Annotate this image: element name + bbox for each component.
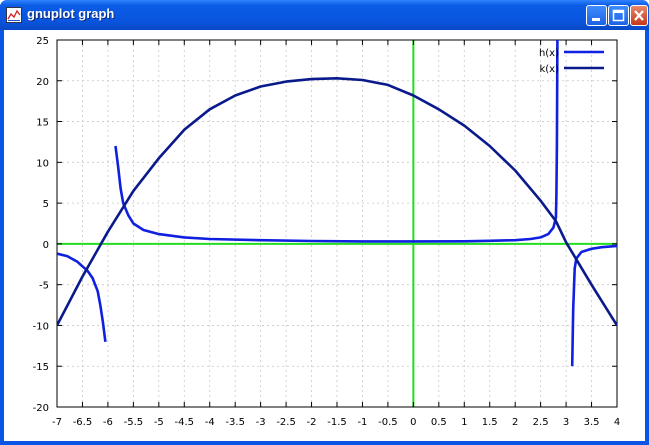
x-tick-label: -7 <box>52 417 62 428</box>
title-bar[interactable]: gnuplot graph <box>0 0 649 30</box>
y-tick-label: -10 <box>33 321 49 332</box>
x-tick-label: 2 <box>512 417 518 428</box>
maximize-icon <box>612 9 625 22</box>
y-tick-label: 20 <box>36 77 49 88</box>
x-tick-label: 4 <box>614 417 620 428</box>
x-tick-label: -5 <box>154 417 164 428</box>
x-tick-label: 0 <box>410 417 416 428</box>
x-tick-label: -1.5 <box>327 417 347 428</box>
y-tick-label: -15 <box>33 362 49 373</box>
gnuplot-app-icon <box>6 7 22 23</box>
plot-area: -7 -6.5 -6 -5.5 -5 -4.5 -4 -3.5 -3 -2.5 -2 -1.5 -1 -0… <box>4 30 645 441</box>
y-tick-label: 15 <box>36 118 49 129</box>
y-tick-label: 5 <box>43 199 49 210</box>
y-tick-label: 10 <box>36 158 49 169</box>
x-tick-label: -6 <box>103 417 113 428</box>
x-tick-label: 0.5 <box>431 417 447 428</box>
x-tick-label: 1 <box>461 417 467 428</box>
y-tick-label: -5 <box>39 281 49 292</box>
maximize-button[interactable] <box>608 5 629 26</box>
x-tick-label: -0.5 <box>378 417 398 428</box>
x-tick-label: 1.5 <box>482 417 498 428</box>
x-tick-label: -1 <box>357 417 367 428</box>
x-tick-label: -5.5 <box>124 417 144 428</box>
x-tick-label: -2 <box>307 417 317 428</box>
series-line-hx <box>57 252 107 342</box>
window: gnuplot graph -7 -6.5 -6 -5.5 -5 -4.5 -4 -3.5 -3… <box>0 0 649 445</box>
x-tick-label: 3 <box>563 417 569 428</box>
gnuplot-chart: -7 -6.5 -6 -5.5 -5 -4.5 -4 -3.5 -3 -2.5 -2 -1.5 -1 -0… <box>33 36 621 428</box>
minimize-button[interactable] <box>586 5 607 26</box>
y-tick-label: 0 <box>43 240 49 251</box>
x-tick-label: 2.5 <box>533 417 549 428</box>
legend-label: h(x) <box>539 48 559 59</box>
y-tick-label: -20 <box>33 403 49 414</box>
minimize-icon <box>592 18 600 21</box>
legend-label: k(x) <box>539 64 559 75</box>
window-title: gnuplot graph <box>27 6 115 21</box>
x-tick-label: -2.5 <box>276 417 296 428</box>
x-tick-label: 3.5 <box>584 417 600 428</box>
x-tick-label: -4 <box>205 417 215 428</box>
y-tick-label: 25 <box>36 36 49 47</box>
close-button[interactable] <box>630 5 648 26</box>
x-tick-label: -3 <box>256 417 266 428</box>
window-frame-bottom <box>0 441 649 445</box>
x-tick-label: -6.5 <box>73 417 93 428</box>
close-icon <box>634 10 644 21</box>
x-tick-label: -4.5 <box>175 417 195 428</box>
series-line-hx <box>114 40 559 243</box>
x-tick-label: -3.5 <box>225 417 245 428</box>
